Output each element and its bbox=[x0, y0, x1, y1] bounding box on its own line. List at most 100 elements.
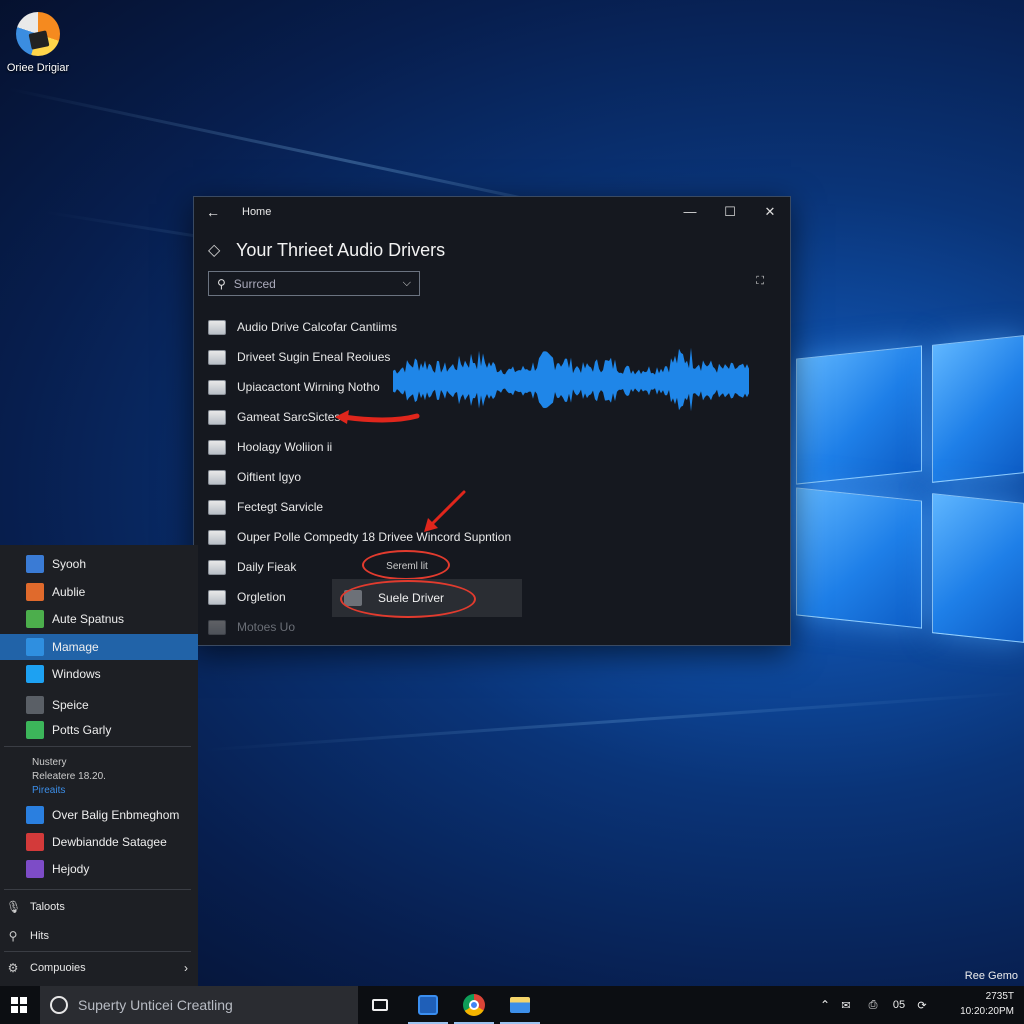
app-icon bbox=[26, 721, 44, 739]
app-icon bbox=[418, 995, 438, 1015]
list-item-label: Gameat SarcSictes bbox=[237, 410, 341, 424]
search-dropdown[interactable]: ⚲ Surrced ⌵ bbox=[208, 271, 420, 296]
maximize-button[interactable]: ☐ bbox=[710, 204, 750, 220]
pin-icon: ⚲ bbox=[8, 929, 18, 943]
list-item[interactable]: Hoolagy Woliion ii bbox=[208, 432, 511, 462]
recent-app-label: Over Balig Enbmeghom bbox=[52, 808, 180, 822]
driver-icon bbox=[208, 619, 226, 635]
driver-icon bbox=[208, 439, 226, 455]
driver-icon bbox=[208, 559, 226, 575]
app-icon bbox=[26, 555, 44, 573]
system-item[interactable]: 🎙 Taloots bbox=[0, 894, 198, 920]
app-icon bbox=[26, 638, 44, 656]
list-item-label: Orgletion bbox=[237, 590, 286, 604]
app-icon bbox=[26, 806, 44, 824]
message-icon[interactable]: ✉ bbox=[832, 999, 860, 1012]
start-button[interactable] bbox=[0, 986, 38, 1024]
system-item[interactable]: ⚙ Compuoies › bbox=[0, 955, 198, 981]
app-icon bbox=[26, 696, 44, 714]
divider bbox=[4, 746, 191, 747]
system-item-label: Compuoies bbox=[30, 962, 86, 974]
task-view-icon bbox=[372, 999, 388, 1011]
list-item-label: Oiftient Igyo bbox=[237, 470, 302, 484]
start-app-label: Mamage bbox=[52, 640, 99, 654]
waveform-shape bbox=[393, 347, 749, 412]
list-item-label: Ouper Polle Compedty 18 Drivee Wincord S… bbox=[237, 530, 512, 544]
close-button[interactable]: ✕ bbox=[750, 204, 790, 220]
taskbar-app[interactable] bbox=[450, 986, 498, 1024]
taskbar-search[interactable]: Superty Unticei Creatling bbox=[40, 986, 358, 1024]
view-options-icon[interactable]: ⛶ bbox=[756, 275, 764, 288]
chrome-icon bbox=[463, 994, 485, 1016]
list-item-label: Driveet Sugin Eneal Reoiues bbox=[237, 350, 391, 364]
red-arrow-annotation bbox=[424, 490, 466, 532]
recent-app-label: Hejody bbox=[52, 862, 90, 876]
desktop-shortcut[interactable]: Oriee Drigiar bbox=[6, 12, 70, 74]
start-app-item[interactable]: Syooh bbox=[0, 551, 198, 577]
clock[interactable]: 2735T 10:20:20PM bbox=[960, 989, 1014, 1019]
driver-icon bbox=[208, 499, 226, 515]
recent-app-item[interactable]: Hejody bbox=[0, 856, 198, 882]
popup-caption: Sereml lit bbox=[386, 560, 428, 572]
title-bar: ← Home — ☐ ✕ bbox=[194, 197, 790, 227]
chevron-down-icon: ⌵ bbox=[402, 277, 411, 289]
start-app-label: Aublie bbox=[52, 585, 86, 599]
page-title: Your Thrieet Audio Drivers bbox=[236, 239, 446, 260]
start-app-item[interactable]: Speice bbox=[0, 692, 198, 718]
minimize-button[interactable]: — bbox=[670, 204, 710, 220]
list-item[interactable]: Daily Fieak bbox=[208, 552, 511, 582]
chevron-up-icon[interactable]: ⌃ bbox=[818, 998, 832, 1012]
red-arrow-annotation bbox=[335, 410, 420, 424]
recent-link[interactable]: Pireaits bbox=[32, 785, 65, 796]
printer-icon[interactable]: ⎙ bbox=[860, 999, 886, 1012]
start-app-label: Syooh bbox=[52, 557, 87, 571]
driver-icon bbox=[208, 589, 226, 605]
list-item[interactable]: Audio Drive Calcofar Cantiims bbox=[208, 312, 511, 342]
divider bbox=[4, 889, 191, 890]
sync-icon[interactable]: ⟳ bbox=[912, 999, 932, 1012]
list-item-label: Motoes Uo bbox=[237, 620, 296, 634]
taskbar-app[interactable] bbox=[404, 986, 452, 1024]
taskbar-app[interactable] bbox=[496, 986, 544, 1024]
driver-icon bbox=[208, 319, 226, 335]
app-logo-icon bbox=[16, 12, 60, 56]
recent-app-item[interactable]: Over Balig Enbmeghom bbox=[0, 802, 198, 828]
cortana-icon bbox=[50, 996, 68, 1014]
taskbar-search-placeholder: Superty Unticei Creatling bbox=[78, 997, 233, 1013]
app-icon bbox=[26, 610, 44, 628]
search-value: Surrced bbox=[233, 276, 276, 291]
microphone-icon: 🎙 bbox=[6, 900, 22, 914]
diamond-icon: ◇ bbox=[208, 242, 221, 259]
start-app-label: Potts Garly bbox=[52, 723, 112, 737]
recent-app-item[interactable]: Dewbiandde Satagee bbox=[0, 829, 198, 855]
clock-time: 2735T bbox=[985, 991, 1014, 1002]
corner-text: Ree Gemo bbox=[964, 970, 1018, 982]
search-icon: ⚲ bbox=[217, 276, 226, 291]
taskbar: Superty Unticei Creatling ⌃ ✉ ⎙ 05 ⟳ 273… bbox=[0, 986, 1024, 1024]
back-arrow-icon[interactable]: ← bbox=[206, 204, 226, 220]
desktop-shortcut-label: Oriee Drigiar bbox=[6, 62, 70, 74]
task-view-button[interactable] bbox=[356, 986, 404, 1024]
app-icon bbox=[26, 665, 44, 683]
app-icon bbox=[26, 833, 44, 851]
highlight-ring bbox=[340, 580, 476, 618]
driver-icon bbox=[208, 349, 226, 365]
file-explorer-icon bbox=[510, 997, 530, 1013]
clock-date: 10:20:20PM bbox=[960, 1006, 1014, 1017]
system-item[interactable]: ⚲ Hits bbox=[0, 923, 198, 949]
recent-app-label: Dewbiandde Satagee bbox=[52, 835, 167, 849]
driver-icon bbox=[208, 469, 226, 485]
windows-logo-icon bbox=[11, 997, 27, 1013]
app-icon bbox=[26, 583, 44, 601]
chevron-right-icon: › bbox=[184, 961, 188, 975]
driver-icon bbox=[208, 409, 226, 425]
start-app-item[interactable]: Potts Garly bbox=[0, 717, 198, 743]
start-app-item[interactable]: Aute Spatnus bbox=[0, 606, 198, 632]
start-app-item[interactable]: Aublie bbox=[0, 579, 198, 605]
start-app-item[interactable]: Windows bbox=[0, 661, 198, 687]
recent-title: Nustery bbox=[32, 757, 67, 768]
start-app-item[interactable]: Mamage bbox=[0, 634, 198, 660]
list-item-label: Upiacactont Wirning Notho bbox=[237, 380, 380, 394]
gear-icon: ⚙ bbox=[7, 961, 19, 975]
list-item-label: Daily Fieak bbox=[237, 560, 297, 574]
